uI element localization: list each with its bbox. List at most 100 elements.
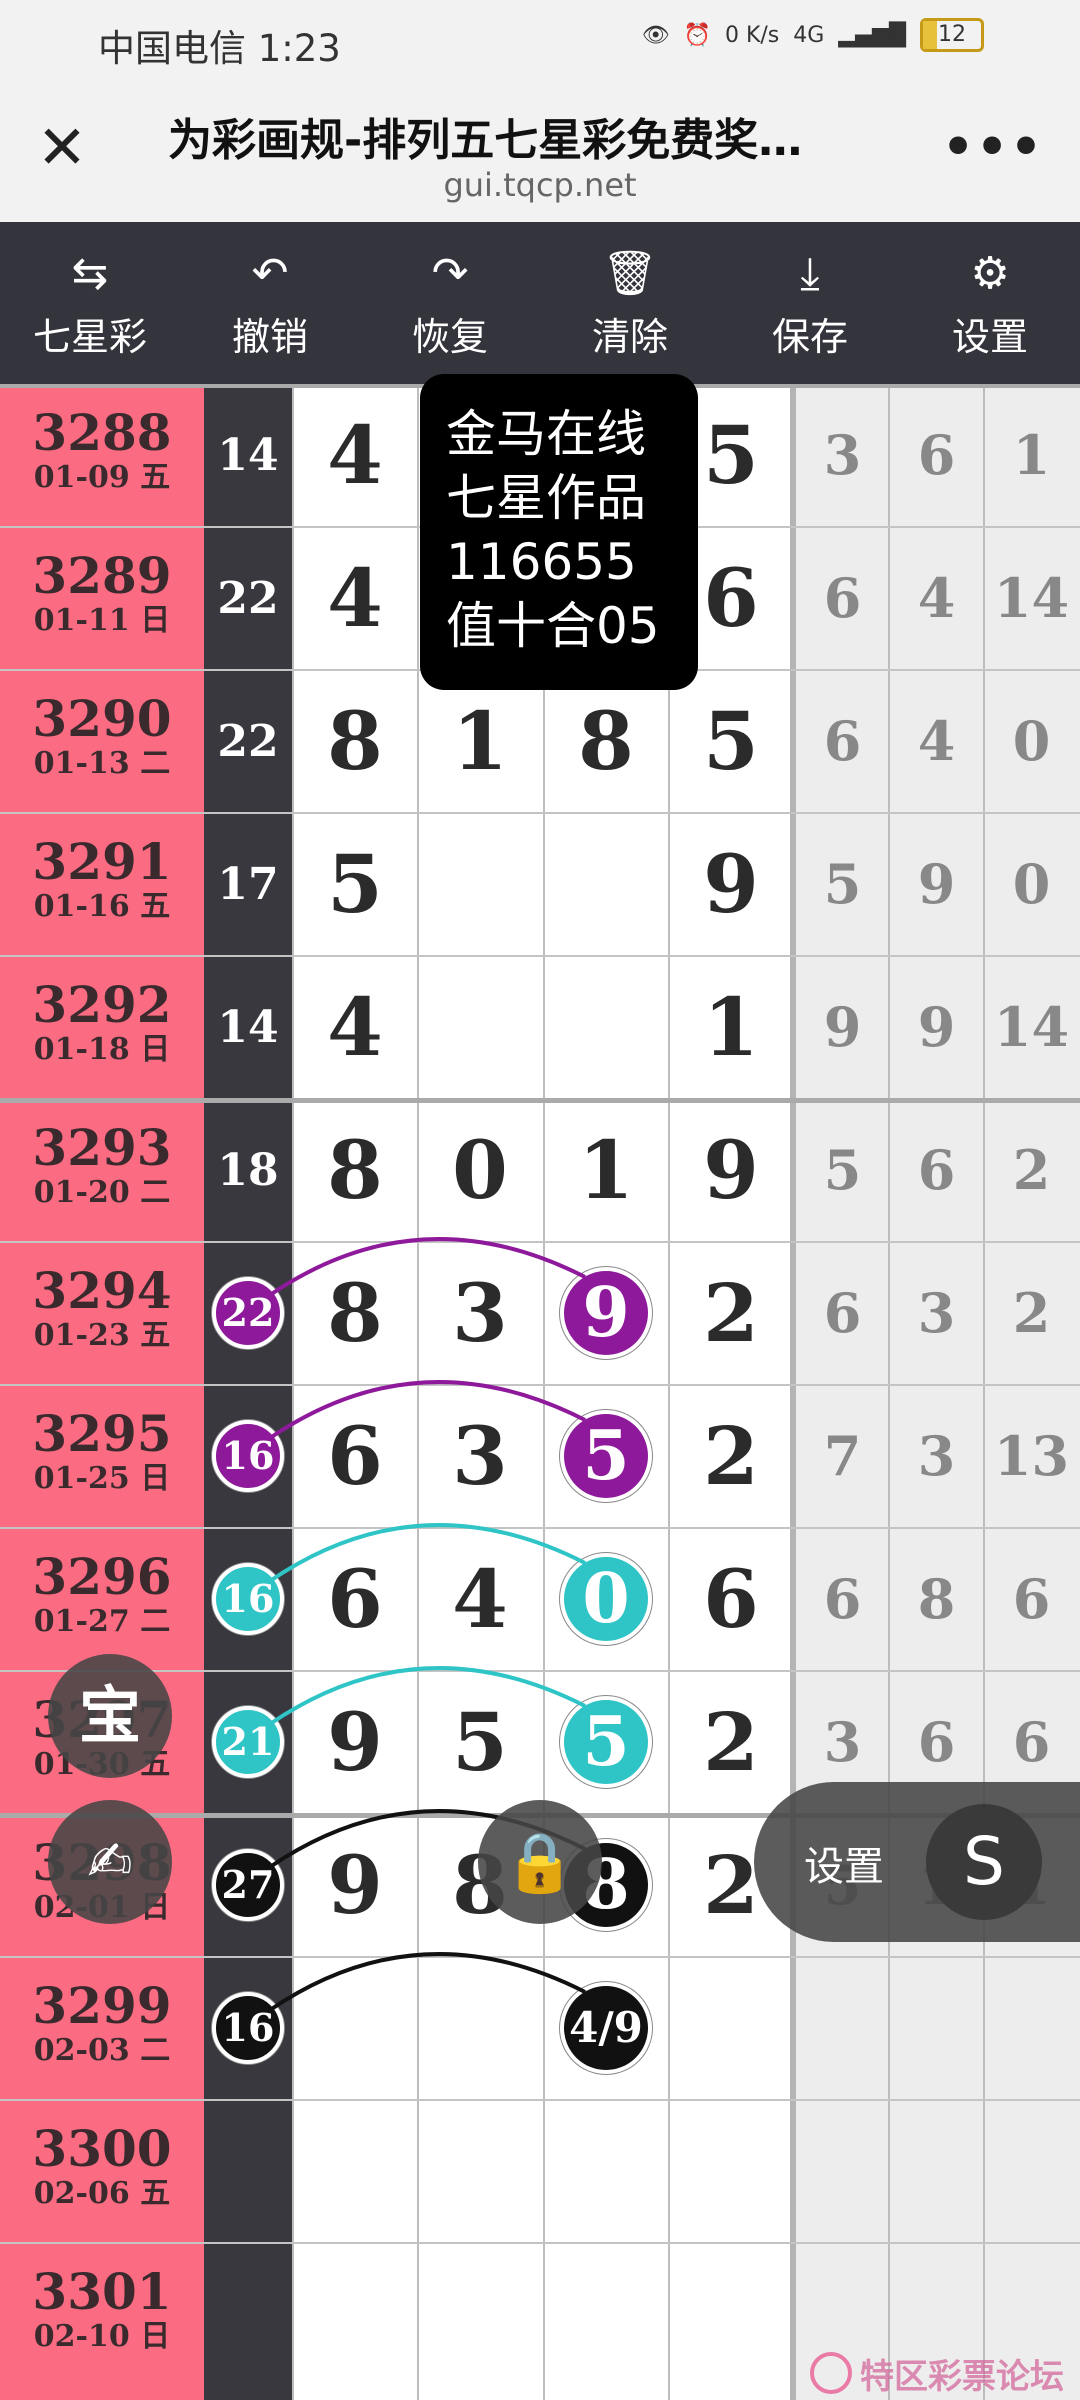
digit-cell[interactable]: 4 [292, 384, 418, 527]
digit-cell[interactable]: 6 [292, 1385, 418, 1528]
side-digit-cell: 3 [917, 1281, 956, 1345]
digit-cell[interactable]: 5 [417, 1671, 543, 1814]
battery-icon: 12 [920, 18, 984, 52]
side-digit-cell [794, 1957, 891, 2100]
digit-ball[interactable]: 4/9 [560, 1982, 652, 2074]
treasure-button[interactable]: 宝 [48, 1654, 172, 1778]
digit-cell[interactable] [292, 2243, 418, 2386]
digit-cell[interactable] [543, 813, 669, 956]
digit-cell[interactable] [417, 956, 543, 1099]
digit-cell[interactable]: 1 [543, 1099, 669, 1242]
sum-ball[interactable]: 16 [212, 1992, 284, 2064]
digit-cell[interactable]: 2 [668, 1242, 794, 1385]
side-digit-cell: 6 [1012, 1567, 1051, 1631]
side-digit-cell: 13 [993, 1424, 1070, 1488]
digit-cell[interactable] [668, 2100, 794, 2243]
lock-button[interactable]: 🔒 [478, 1800, 602, 1924]
digit-cell[interactable]: 3 [417, 1385, 543, 1528]
sum-cell: 14 [217, 430, 279, 481]
digit-cell[interactable]: 3 [417, 1242, 543, 1385]
digit-ball[interactable]: 0 [560, 1553, 652, 1645]
toolbar-button-0[interactable]: ⇆ 七星彩 [0, 222, 180, 384]
issue-number: 3291 [32, 832, 172, 891]
toolbar-button-2[interactable]: ↷ 恢复 [360, 222, 540, 384]
digit-cell[interactable] [292, 2100, 418, 2243]
lock-icon: 🔒 [503, 1828, 577, 1896]
issue-number: 3293 [32, 1118, 172, 1177]
sum-cell: 22 [217, 716, 279, 767]
side-digit-cell: 3 [917, 1424, 956, 1488]
issue-date: 01-11 日 [33, 603, 171, 638]
digit-cell[interactable] [668, 2243, 794, 2386]
sum-ball[interactable]: 16 [212, 1420, 284, 1492]
net-speed: 0 K/s [724, 22, 780, 48]
digit-cell[interactable]: 8 [292, 1099, 418, 1242]
digit-cell[interactable]: 2 [668, 1385, 794, 1528]
digit-cell[interactable]: 0 [417, 1099, 543, 1242]
digit-cell[interactable]: 5 [668, 670, 794, 813]
side-digit-cell: 5 [823, 1138, 862, 1202]
digit-cell[interactable]: 1 [668, 956, 794, 1099]
digit-ball[interactable]: 5 [560, 1410, 652, 1502]
digit-ball[interactable]: 5 [560, 1696, 652, 1788]
digit-cell[interactable]: 4 [292, 956, 418, 1099]
toolbar-button-5[interactable]: ⚙ 设置 [900, 222, 1080, 384]
toolbar: ⇆ 七星彩 ↶ 撤销 ↷ 恢复 🗑 清除 ⤓ 保存 ⚙ 设置 [0, 222, 1080, 384]
issue-cell: 3288 01-09 五 [0, 384, 204, 527]
digit-cell[interactable]: 9 [668, 813, 794, 956]
digit-cell[interactable]: 8 [292, 1242, 418, 1385]
digit-ball[interactable]: 9 [560, 1267, 652, 1359]
digit-cell[interactable]: 6 [668, 1528, 794, 1671]
pen-tool-button[interactable]: ✍ [48, 1800, 172, 1924]
pen-icon: ✍ [87, 1830, 133, 1893]
table-row: 3291 01-16 五 17 5 9 5 9 0 [0, 813, 1080, 956]
digit-cell[interactable] [417, 2243, 543, 2386]
side-digit-cell: 6 [917, 423, 956, 487]
digit-cell[interactable] [543, 2243, 669, 2386]
digit-cell[interactable] [543, 956, 669, 1099]
toolbar-button-3[interactable]: 🗑 清除 [540, 222, 720, 384]
digit-cell[interactable] [417, 813, 543, 956]
digit-cell[interactable] [417, 2100, 543, 2243]
digit-cell[interactable] [417, 1957, 543, 2100]
sum-ball[interactable]: 27 [212, 1849, 284, 1921]
table-row: 3294 01-23 五 8 3 2 6 3 2 22 9 [0, 1242, 1080, 1385]
digit-cell[interactable]: 9 [668, 1099, 794, 1242]
digit-cell[interactable]: 9 [292, 1814, 418, 1957]
side-digit-cell: 2 [1012, 1281, 1051, 1345]
eye-icon: 👁 [641, 22, 670, 48]
issue-number: 3292 [32, 975, 172, 1034]
digit-cell[interactable]: 5 [292, 813, 418, 956]
sum-ball[interactable]: 22 [212, 1277, 284, 1349]
s-button[interactable]: S [926, 1804, 1042, 1920]
sum-ball[interactable]: 16 [212, 1563, 284, 1635]
side-digit-cell: 4 [917, 709, 956, 773]
side-digit-cell [983, 1957, 1080, 2100]
digit-cell[interactable] [668, 1957, 794, 2100]
digit-cell[interactable]: 9 [292, 1671, 418, 1814]
digit-cell[interactable]: 4 [292, 527, 418, 670]
carrier-time: 中国电信 1:23 [98, 27, 341, 70]
network-type: 4G [793, 22, 825, 48]
side-digit-cell: 14 [993, 995, 1070, 1059]
digit-cell[interactable] [292, 1957, 418, 2100]
issue-date: 01-25 日 [33, 1461, 171, 1496]
digit-cell[interactable] [543, 2100, 669, 2243]
digit-cell[interactable]: 2 [668, 1671, 794, 1814]
digit-cell[interactable]: 8 [292, 670, 418, 813]
side-digit-cell: 0 [1012, 709, 1051, 773]
settings-pill[interactable]: 设置 S [754, 1782, 1080, 1942]
forum-logo [810, 2352, 852, 2394]
digit-cell[interactable]: 1 [417, 670, 543, 813]
sum-ball[interactable]: 21 [212, 1706, 284, 1778]
digit-cell[interactable]: 8 [543, 670, 669, 813]
digit-cell[interactable]: 4 [417, 1528, 543, 1671]
side-digit-cell [983, 2100, 1080, 2243]
more-menu-icon[interactable]: ••• [942, 118, 1044, 176]
issue-number: 3300 [32, 2119, 172, 2178]
toolbar-button-1[interactable]: ↶ 撤销 [180, 222, 360, 384]
issue-number: 3294 [32, 1261, 172, 1320]
toolbar-button-4[interactable]: ⤓ 保存 [720, 222, 900, 384]
digit-cell[interactable]: 6 [292, 1528, 418, 1671]
redo-icon: ↷ [431, 247, 469, 299]
